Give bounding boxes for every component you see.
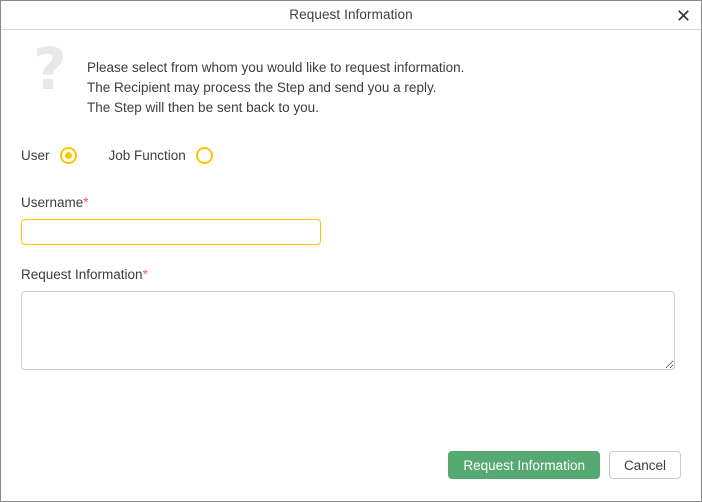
radio-mark-user[interactable] bbox=[60, 147, 77, 164]
request-information-submit-button[interactable]: Request Information bbox=[448, 451, 600, 479]
username-input[interactable] bbox=[21, 219, 321, 245]
recipient-type-radio-group: User Job Function bbox=[1, 143, 701, 167]
request-information-field-block: Request Information* bbox=[1, 267, 701, 370]
radio-label-job-function: Job Function bbox=[109, 148, 186, 163]
radio-label-user: User bbox=[21, 148, 50, 163]
close-icon[interactable] bbox=[672, 4, 694, 26]
cancel-button[interactable]: Cancel bbox=[609, 451, 681, 479]
request-information-required-asterisk: * bbox=[143, 267, 148, 282]
dialog-titlebar: Request Information bbox=[1, 1, 701, 30]
message-row: ? Please select from whom you would like… bbox=[1, 30, 701, 118]
radio-mark-job-function[interactable] bbox=[196, 147, 213, 164]
request-information-dialog: Request Information ? Please select from… bbox=[0, 0, 702, 502]
dialog-body: ? Please select from whom you would like… bbox=[1, 30, 701, 451]
radio-option-user[interactable]: User bbox=[21, 147, 77, 164]
question-mark-icon: ? bbox=[21, 40, 79, 98]
username-label-text: Username bbox=[21, 195, 83, 210]
username-required-asterisk: * bbox=[83, 195, 88, 210]
dialog-title: Request Information bbox=[289, 8, 412, 22]
dialog-footer: Request Information Cancel bbox=[1, 451, 701, 501]
username-field-block: Username* bbox=[1, 195, 701, 245]
username-label: Username* bbox=[21, 195, 681, 210]
radio-option-job-function[interactable]: Job Function bbox=[109, 147, 213, 164]
message-line-3: The Step will then be sent back to you. bbox=[87, 98, 464, 118]
request-information-label: Request Information* bbox=[21, 267, 681, 282]
message-line-2: The Recipient may process the Step and s… bbox=[87, 78, 464, 98]
request-information-label-text: Request Information bbox=[21, 267, 143, 282]
request-information-textarea[interactable] bbox=[21, 291, 675, 370]
message-line-1: Please select from whom you would like t… bbox=[87, 58, 464, 78]
message-text: Please select from whom you would like t… bbox=[87, 48, 464, 118]
